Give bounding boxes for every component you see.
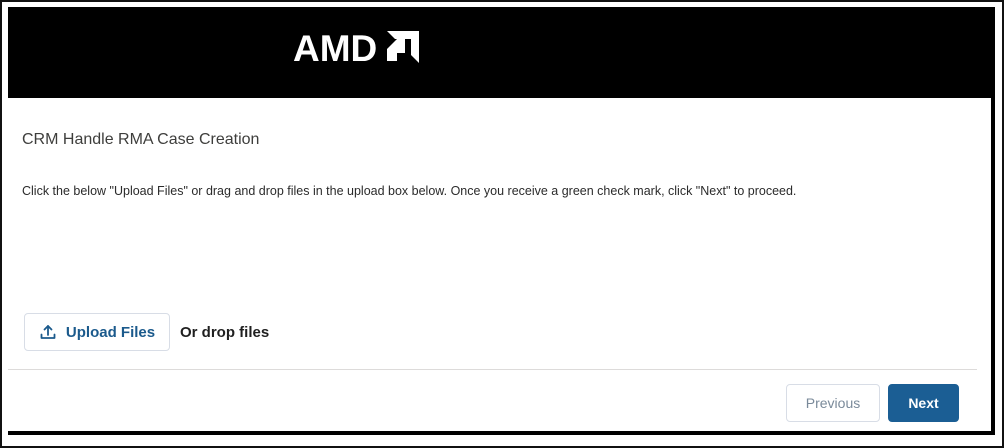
drop-files-label: Or drop files — [180, 323, 270, 341]
upload-files-button[interactable]: Upload Files — [24, 313, 170, 351]
upload-area[interactable]: Upload Files Or drop files — [24, 313, 269, 351]
previous-button[interactable]: Previous — [786, 384, 880, 422]
window-frame: AMD CRM Handle RMA Case Creation Click t… — [0, 0, 1004, 448]
page-container: AMD CRM Handle RMA Case Creation Click t… — [8, 7, 995, 435]
instructions-text: Click the below "Upload Files" or drag a… — [22, 184, 797, 198]
logo-text: AMD — [293, 28, 378, 69]
header-bar: AMD — [8, 7, 991, 98]
next-button[interactable]: Next — [888, 384, 959, 422]
page-title: CRM Handle RMA Case Creation — [22, 131, 260, 148]
amd-arrow-logo-icon — [387, 31, 420, 63]
footer-divider — [8, 369, 977, 370]
upload-icon — [40, 325, 56, 339]
amd-logo: AMD — [293, 28, 420, 69]
upload-files-label: Upload Files — [65, 323, 156, 341]
